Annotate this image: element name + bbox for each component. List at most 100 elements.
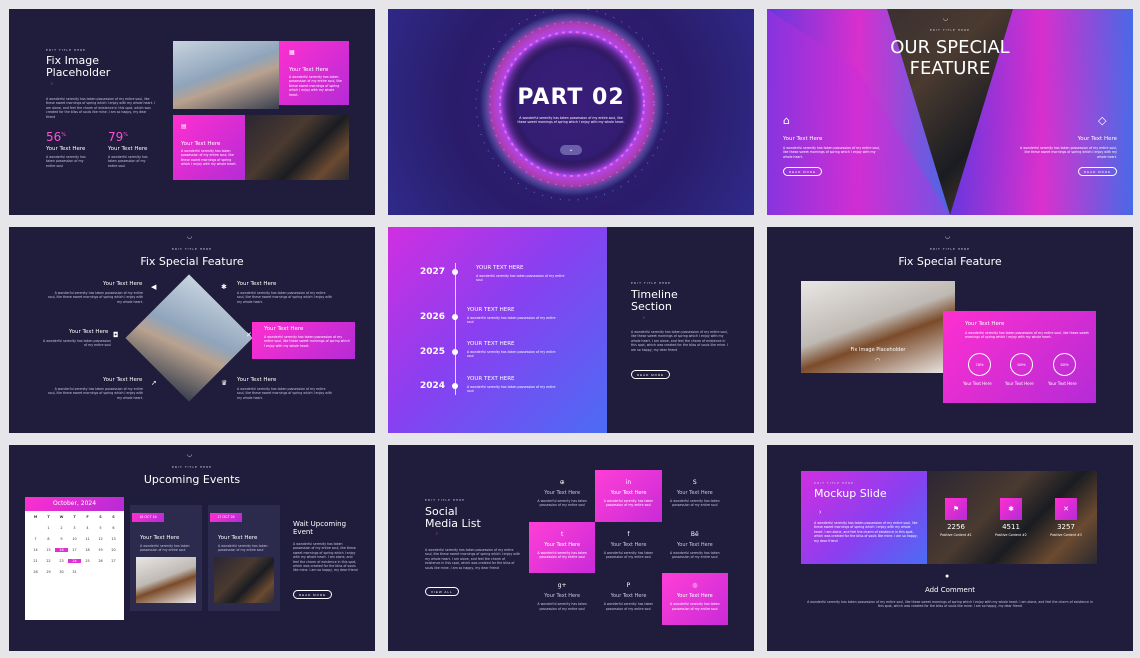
calendar-day[interactable]: 29 [42, 570, 55, 574]
calendar-day[interactable]: 25 [81, 559, 94, 563]
calendar-day[interactable]: 28 [29, 570, 42, 574]
slide-2-thumbnail[interactable]: PART 02 A wonderful serenity has taken p… [388, 9, 754, 215]
calendar-weekday: W [59, 515, 64, 519]
ticket-icon: ◇ [1098, 114, 1107, 127]
building-photo [245, 115, 349, 180]
calendar-day[interactable]: 2 [55, 526, 68, 530]
calendar-day[interactable]: 21 [29, 559, 42, 563]
event-meta: A wonderful serenity has taken possessio… [140, 544, 190, 553]
social-card[interactable]: S Your Text Here A wonderful serenity has … [662, 470, 728, 522]
calendar-grid: M T W T F S S 1 2 3 4 5 6 7 8 9 10 11 12 13 14 15 16 17 18 19 20 21… [25, 511, 124, 581]
calendar-weekday: M [33, 515, 38, 519]
read-more-button-right[interactable]: READ MORE [1078, 167, 1118, 176]
calendar-day[interactable]: 3 [68, 526, 81, 530]
calendar-day[interactable]: 9 [55, 537, 68, 541]
calendar-day[interactable]: 6 [107, 526, 120, 530]
calendar-day[interactable]: 20 [107, 548, 120, 552]
calendar-day[interactable]: 14 [29, 548, 42, 552]
social-card[interactable]: g+ Your Text Here A wonderful serenity has… [529, 573, 595, 625]
slide-title: Mockup Slide [814, 487, 887, 500]
social-card[interactable]: Bē Your Text Here A wonderful serenity has… [662, 522, 728, 574]
slide-8-thumbnail[interactable]: EDIT TITLE HERE Social Media List › A wo… [388, 445, 754, 651]
timeline-dot [452, 349, 458, 355]
calendar-day[interactable]: 10 [68, 537, 81, 541]
feature-title-tl: Your Text Here [103, 281, 143, 287]
calendar-day[interactable]: 15 [42, 548, 55, 552]
image-placeholder-label: Fix Image Placeholder [850, 347, 906, 353]
calendar-widget[interactable]: October, 2024 M T W T F S S 1 2 3 4 5 6 7 8 9 10 11 12 13 14… [25, 497, 124, 620]
calendar-day[interactable]: 7 [29, 537, 42, 541]
calendar-day[interactable]: 17 [68, 548, 81, 552]
slide-7-thumbnail[interactable]: ◡ EDIT TITLE HERE Upcoming Events Octobe… [9, 445, 375, 651]
calendar-day[interactable]: 22 [42, 559, 55, 563]
slide-6-thumbnail[interactable]: ◡ EDIT TITLE HERE Fix Special Feature Fi… [767, 227, 1133, 433]
wait-title-line1: Wait Upcoming [293, 520, 347, 528]
calendar-day[interactable]: 19 [94, 548, 107, 552]
slide-9-thumbnail[interactable]: EDIT TITLE HERE Mockup Slide › A wonderf… [767, 445, 1133, 651]
calendar-day[interactable]: 18 [81, 548, 94, 552]
stat-value-2: 79% [108, 130, 129, 144]
ring-label: Your Text Here [963, 381, 992, 386]
tools-icon: ✕ [246, 331, 252, 339]
calendar-day[interactable]: 24 [68, 559, 81, 563]
diamond-photo [125, 274, 253, 402]
part-text: A wonderful serenity has taken possessio… [517, 116, 625, 125]
card-title: Your Text Here [181, 141, 221, 147]
calendar-day[interactable]: 5 [94, 526, 107, 530]
event-card-1[interactable]: 15 OCT 16 Your Text Here A wonderful ser… [130, 505, 202, 611]
social-card[interactable]: P Your Text Here A wonderful serenity has … [595, 573, 661, 625]
chevron-right-icon: › [436, 531, 438, 537]
calendar-day[interactable]: 13 [107, 537, 120, 541]
stat-label: Positive Content #2 [995, 533, 1027, 537]
social-media-grid: ⊕ Your Text Here A wonderful serenity has … [529, 470, 728, 625]
slide-3-thumbnail[interactable]: ◡ EDIT TITLE HERE OUR SPECIAL FEATURE ⌂ … [767, 9, 1133, 215]
add-comment-label[interactable]: Add Comment [767, 586, 1133, 594]
calendar-day[interactable]: 30 [55, 570, 68, 574]
social-card[interactable]: f Your Text Here A wonderful serenity has … [595, 522, 661, 574]
social-title: Your Text Here [610, 490, 647, 496]
calendar-day[interactable]: 31 [68, 570, 81, 574]
read-more-button[interactable]: READ MORE [631, 370, 671, 379]
social-card[interactable]: ⊕ Your Text Here A wonderful serenity has … [529, 470, 595, 522]
calendar-day[interactable]: 23 [55, 559, 68, 563]
calendar-day[interactable]: 26 [94, 559, 107, 563]
slide-title-line2: Placeholder [46, 66, 111, 79]
event-card-2[interactable]: 17 OCT 24 Your Text Here A wonderful ser… [208, 505, 280, 611]
calendar-day[interactable]: 27 [107, 559, 120, 563]
ring-label: Your Text Here [1048, 381, 1077, 386]
read-more-button[interactable]: READ MORE [293, 590, 333, 599]
year-label: 2027 [420, 267, 446, 277]
body-text: A wonderful serenity has taken possessio… [814, 521, 918, 543]
scroll-down-button[interactable]: ⌄ [560, 145, 582, 155]
feature-card-2: ▤ Your Text Here A wonderful serenity ha… [173, 115, 245, 180]
event-date-badge: 17 OCT 24 [210, 513, 242, 522]
read-more-button-left[interactable]: READ MORE [783, 167, 823, 176]
social-card[interactable]: ◎ Your Text Here A wonderful serenity has … [661, 573, 728, 625]
timeline-item-title: YOUR TEXT HERE [476, 265, 524, 271]
feature-text-ml: A wonderful serenity has taken possessio… [43, 339, 111, 348]
social-text: A wonderful serenity has taken possessio… [603, 602, 654, 611]
social-card[interactable]: t Your Text Here A wonderful serenity has … [529, 521, 596, 574]
slide-4-thumbnail[interactable]: ◡ EDIT TITLE HERE Fix Special Feature Yo… [9, 227, 375, 433]
timeline-item-title: YOUR TEXT HERE [467, 376, 515, 382]
social-title: Your Text Here [676, 490, 713, 496]
calendar-day[interactable]: 4 [81, 526, 94, 530]
social-icon: t [560, 530, 564, 538]
feature-title-bl: Your Text Here [103, 377, 143, 383]
social-text: A wonderful serenity has taken possessio… [537, 602, 587, 611]
edit-title-label: EDIT TITLE HERE [425, 498, 466, 502]
calendar-day[interactable]: 12 [94, 537, 107, 541]
calendar-day[interactable]: 1 [42, 526, 55, 530]
calendar-day[interactable]: 11 [81, 537, 94, 541]
social-icon: g+ [557, 582, 567, 590]
calendar-day[interactable]: 16 [55, 548, 68, 552]
slide-5-thumbnail[interactable]: 2027 2026 2025 2024 YOUR TEXT HERE A won… [388, 227, 754, 433]
calendar-weekday: T [73, 515, 76, 519]
slide-1-thumbnail[interactable]: EDIT TITLE HERE Fix Image Placeholder › … [9, 9, 375, 215]
social-card[interactable]: in Your Text Here A wonderful serenity has… [595, 470, 662, 522]
calendar-day[interactable]: 8 [42, 537, 55, 541]
card-text: A wonderful serenity has taken possessio… [289, 75, 342, 97]
view-all-button[interactable]: VIEW ALL [425, 587, 459, 596]
edit-title-label: EDIT TITLE HERE [171, 247, 213, 251]
chevron-right-icon: › [643, 315, 645, 321]
